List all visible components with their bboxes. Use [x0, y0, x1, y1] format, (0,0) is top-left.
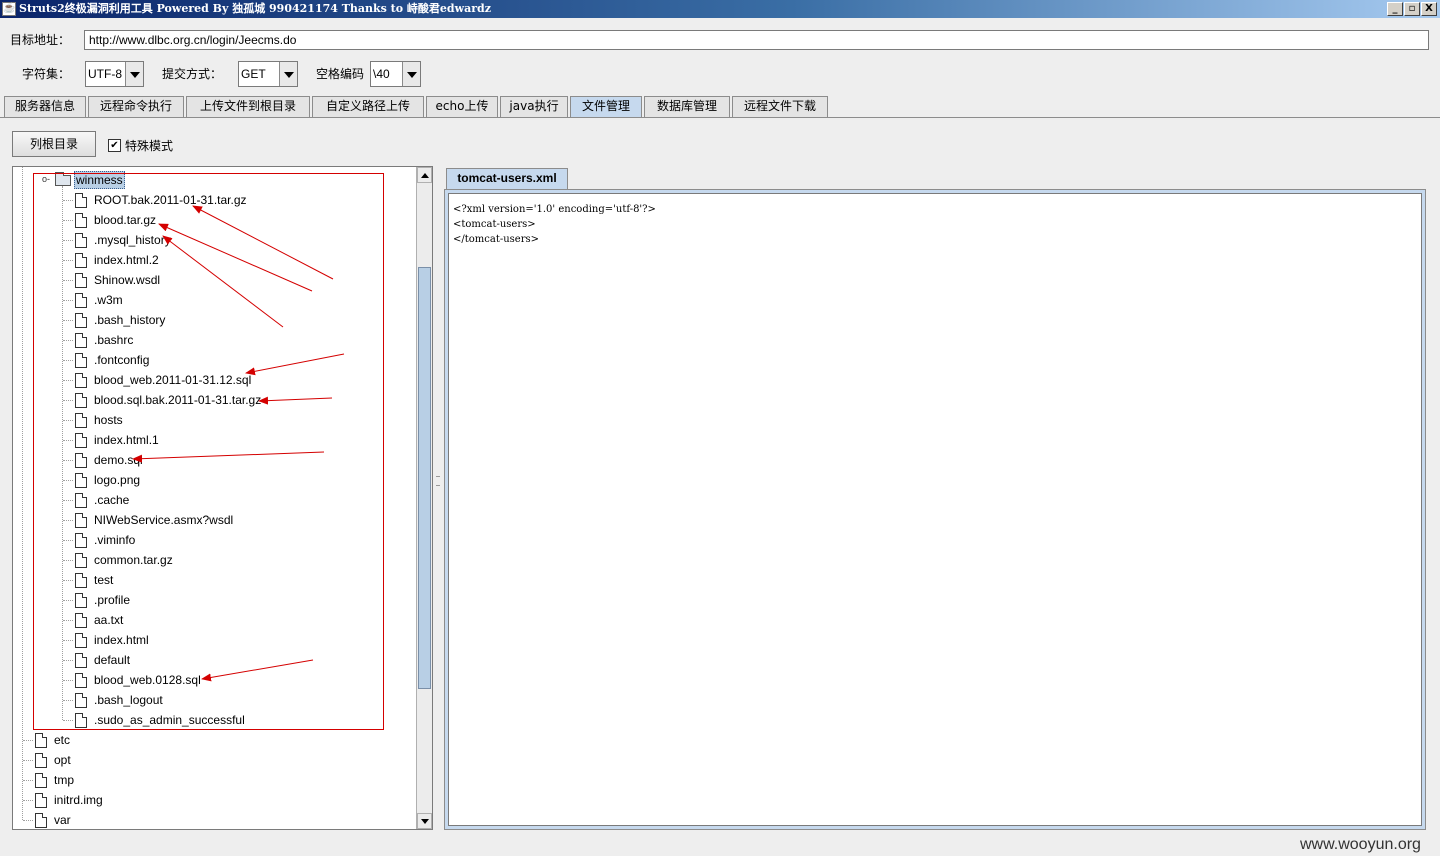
- tree-root-node[interactable]: initrd.img: [35, 790, 335, 810]
- scroll-up-arrow[interactable]: [417, 167, 432, 183]
- tree-root-label: var: [54, 813, 71, 827]
- chevron-down-icon[interactable]: [402, 62, 420, 86]
- minimize-button[interactable]: _: [1387, 2, 1403, 16]
- file-icon: [35, 813, 47, 828]
- tree-root-node[interactable]: etc: [35, 730, 335, 750]
- chevron-down-icon[interactable]: [125, 62, 143, 86]
- tab-upload-root[interactable]: 上传文件到根目录: [186, 96, 310, 117]
- special-mode-label: 特殊模式: [125, 139, 174, 153]
- tree-root-label: opt: [54, 753, 71, 767]
- file-content-editor[interactable]: <?xml version='1.0' encoding='utf-8'?> <…: [448, 193, 1422, 826]
- charset-select[interactable]: UTF-8: [85, 61, 144, 87]
- space-encoding-value: \40: [373, 67, 390, 81]
- target-url-input[interactable]: http://www.dlbc.org.cn/login/Jeecms.do: [84, 30, 1429, 50]
- window-title: Struts2终极漏洞利用工具 Powered By 独孤城 990421174…: [19, 2, 491, 15]
- tab-custom-upload[interactable]: 自定义路径上传: [312, 96, 424, 117]
- list-root-button[interactable]: 列根目录: [12, 131, 96, 157]
- charset-label: 字符集：: [22, 67, 71, 81]
- tab-remote-command[interactable]: 远程命令执行: [88, 96, 184, 117]
- editor-frame: <?xml version='1.0' encoding='utf-8'?> <…: [444, 189, 1426, 830]
- scroll-thumb[interactable]: [418, 267, 431, 689]
- tab-remote-download[interactable]: 远程文件下载: [732, 96, 828, 117]
- method-label: 提交方式：: [162, 67, 223, 81]
- window-titlebar: ☕ Struts2终极漏洞利用工具 Powered By 独孤城 9904211…: [0, 0, 1440, 18]
- chevron-down-icon[interactable]: [279, 62, 297, 86]
- file-icon: [35, 793, 47, 808]
- tree-scrollbar[interactable]: [416, 167, 432, 829]
- tree-root-node[interactable]: opt: [35, 750, 335, 770]
- tree-root-node[interactable]: tmp: [35, 770, 335, 790]
- java-app-icon: ☕: [2, 2, 16, 16]
- tab-echo-upload[interactable]: echo上传: [426, 96, 498, 117]
- annotation-highlight-box: [33, 173, 384, 730]
- split-pane-divider[interactable]: [434, 166, 442, 830]
- method-select[interactable]: GET: [238, 61, 298, 87]
- tab-file-manager[interactable]: 文件管理: [570, 96, 642, 117]
- file-icon: [35, 753, 47, 768]
- maximize-button[interactable]: ▫: [1404, 2, 1420, 16]
- tab-server-info[interactable]: 服务器信息: [4, 96, 86, 117]
- tab-divider: [0, 117, 1440, 118]
- tree-root-label: etc: [54, 733, 71, 747]
- charset-value: UTF-8: [88, 67, 122, 81]
- watermark: www.wooyun.org: [1300, 836, 1421, 853]
- space-encoding-label: 空格编码: [316, 67, 365, 81]
- space-encoding-select[interactable]: \40: [370, 61, 421, 87]
- tab-database[interactable]: 数据库管理: [644, 96, 730, 117]
- scroll-down-arrow[interactable]: [417, 813, 432, 829]
- target-url-label: 目标地址：: [10, 33, 71, 47]
- tab-java-exec[interactable]: java执行: [500, 96, 568, 117]
- close-button[interactable]: X: [1421, 2, 1437, 16]
- tree-root-node[interactable]: var: [35, 810, 335, 829]
- method-value: GET: [241, 67, 266, 81]
- editor-tab-tomcat-users[interactable]: tomcat-users.xml: [446, 168, 568, 189]
- special-mode-checkbox[interactable]: ✔: [108, 139, 121, 152]
- tree-root-label: tmp: [54, 773, 75, 787]
- file-icon: [35, 733, 47, 748]
- tree-root-label: initrd.img: [54, 793, 103, 807]
- file-icon: [35, 773, 47, 788]
